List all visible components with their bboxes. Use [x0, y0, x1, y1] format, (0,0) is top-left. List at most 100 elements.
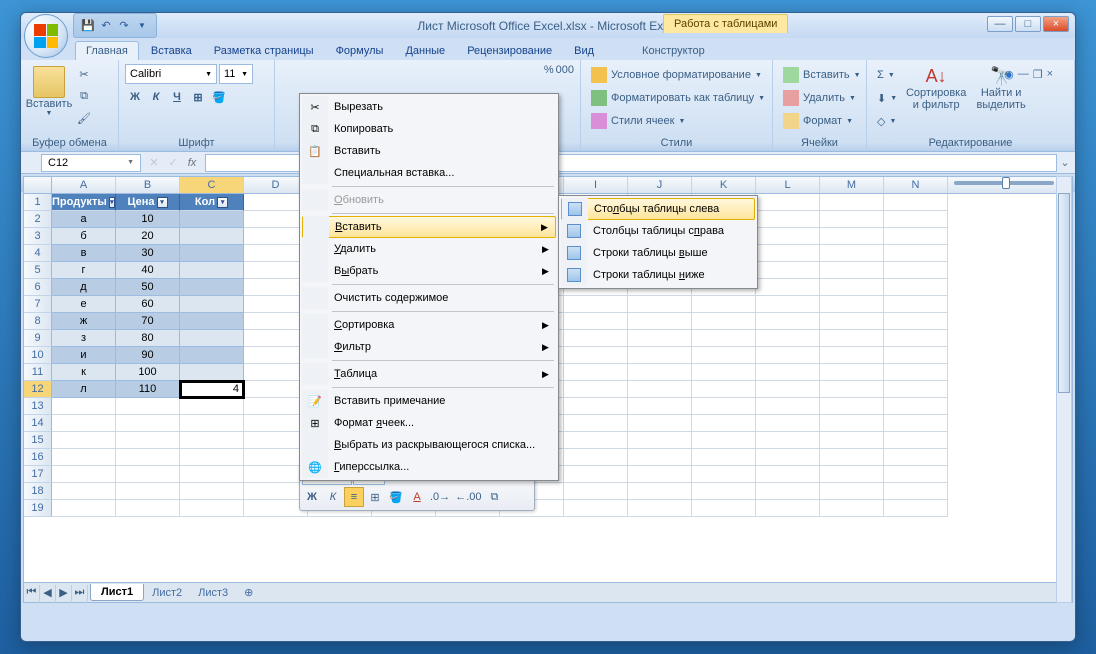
cell[interactable] — [756, 228, 820, 245]
tab-pagelayout[interactable]: Разметка страницы — [204, 42, 324, 60]
cell[interactable] — [692, 398, 756, 415]
row-header[interactable]: 3 — [24, 228, 52, 245]
row-header[interactable]: 17 — [24, 466, 52, 483]
cell[interactable] — [180, 466, 244, 483]
autosum-button[interactable]: Σ▼ — [873, 64, 901, 86]
cell[interactable] — [756, 415, 820, 432]
percent-button[interactable]: % — [544, 64, 554, 76]
ctx-tbl[interactable]: Таблица▶ — [302, 363, 556, 385]
cell[interactable] — [692, 466, 756, 483]
cell[interactable] — [884, 449, 948, 466]
fx-cancel-icon[interactable]: ✕ — [145, 154, 163, 172]
cell[interactable] — [820, 296, 884, 313]
row-header[interactable]: 18 — [24, 483, 52, 500]
cell[interactable] — [628, 364, 692, 381]
format-painter-icon[interactable]: 🖌 — [74, 108, 94, 128]
row-header[interactable]: 7 — [24, 296, 52, 313]
cell[interactable] — [116, 398, 180, 415]
cell[interactable] — [564, 347, 628, 364]
ctx-insert[interactable]: Вставить▶ — [302, 216, 556, 238]
cell[interactable] — [692, 381, 756, 398]
column-header[interactable]: N — [884, 177, 948, 193]
fontcolor-mini-icon[interactable]: A — [407, 487, 427, 507]
row-header[interactable]: 15 — [24, 432, 52, 449]
cell[interactable] — [692, 500, 756, 517]
cell[interactable] — [884, 398, 948, 415]
column-header[interactable]: B — [116, 177, 180, 193]
cell[interactable] — [628, 483, 692, 500]
cell[interactable] — [820, 398, 884, 415]
cell[interactable] — [756, 432, 820, 449]
format-button[interactable]: Формат▼ — [779, 110, 865, 132]
cell[interactable]: 10 — [116, 211, 180, 228]
font-name-selector[interactable]: Calibri▼ — [125, 64, 217, 84]
cell[interactable]: Цена▾ — [116, 194, 180, 211]
cell[interactable] — [52, 500, 116, 517]
conditional-formatting-button[interactable]: Условное форматирование▼ — [587, 64, 769, 86]
row-header[interactable]: 9 — [24, 330, 52, 347]
cell[interactable] — [820, 262, 884, 279]
row-header[interactable]: 4 — [24, 245, 52, 262]
ctx-sort[interactable]: Сортировка▶ — [302, 314, 556, 336]
cell[interactable] — [180, 415, 244, 432]
cell[interactable] — [180, 313, 244, 330]
cell[interactable]: з — [52, 330, 116, 347]
cell[interactable] — [756, 194, 820, 211]
cell[interactable] — [692, 364, 756, 381]
cell[interactable] — [884, 381, 948, 398]
cell[interactable] — [884, 466, 948, 483]
row-header[interactable]: 16 — [24, 449, 52, 466]
row-header[interactable]: 12 — [24, 381, 52, 398]
sheet-tab-1[interactable]: Лист1 — [90, 584, 144, 601]
vertical-scrollbar[interactable] — [1056, 176, 1072, 603]
cell[interactable] — [884, 347, 948, 364]
fx-icon[interactable]: fx — [183, 154, 201, 172]
cell[interactable] — [52, 398, 116, 415]
column-header[interactable]: C — [180, 177, 244, 193]
tab-review[interactable]: Рецензирование — [457, 42, 562, 60]
column-header[interactable]: M — [820, 177, 884, 193]
cell[interactable]: 60 — [116, 296, 180, 313]
row-header[interactable]: 13 — [24, 398, 52, 415]
cell[interactable] — [116, 500, 180, 517]
filter-dropdown-icon[interactable]: ▾ — [109, 197, 115, 208]
cell[interactable] — [884, 432, 948, 449]
row-header[interactable]: 2 — [24, 211, 52, 228]
cell[interactable] — [884, 483, 948, 500]
cell[interactable]: 20 — [116, 228, 180, 245]
border-mini-icon[interactable]: ⊞ — [365, 487, 385, 507]
prev-sheet-icon[interactable]: ◀ — [40, 585, 56, 601]
ctx-comment[interactable]: 📝Вставить примечание — [302, 390, 556, 412]
cell[interactable] — [884, 330, 948, 347]
cell[interactable] — [564, 364, 628, 381]
italic-mini-icon[interactable]: К — [323, 487, 343, 507]
cell[interactable] — [884, 211, 948, 228]
tab-data[interactable]: Данные — [395, 42, 455, 60]
cell[interactable] — [628, 500, 692, 517]
new-sheet-icon[interactable]: ⊕ — [236, 584, 261, 601]
cell[interactable] — [180, 449, 244, 466]
cell[interactable] — [692, 449, 756, 466]
cell[interactable] — [180, 279, 244, 296]
close-button[interactable]: × — [1043, 16, 1069, 32]
column-header[interactable]: I — [564, 177, 628, 193]
ctx-clear[interactable]: Очистить содержимое — [302, 287, 556, 309]
doc-minimize-icon[interactable]: — — [1018, 68, 1029, 81]
copy-icon[interactable]: ⧉ — [74, 86, 94, 106]
expand-formula-icon[interactable]: ⌄ — [1057, 156, 1073, 169]
row-header[interactable]: 5 — [24, 262, 52, 279]
office-button[interactable] — [24, 14, 68, 58]
cell[interactable] — [564, 432, 628, 449]
cell[interactable] — [756, 449, 820, 466]
cell[interactable] — [564, 500, 628, 517]
cell[interactable] — [756, 466, 820, 483]
cell[interactable]: и — [52, 347, 116, 364]
undo-icon[interactable]: ↶ — [98, 18, 114, 34]
cell[interactable] — [692, 415, 756, 432]
sheet-tab-2[interactable]: Лист2 — [144, 585, 190, 601]
cell[interactable] — [820, 228, 884, 245]
row-header[interactable]: 14 — [24, 415, 52, 432]
row-header[interactable]: 10 — [24, 347, 52, 364]
cell[interactable] — [884, 364, 948, 381]
row-header[interactable]: 19 — [24, 500, 52, 517]
